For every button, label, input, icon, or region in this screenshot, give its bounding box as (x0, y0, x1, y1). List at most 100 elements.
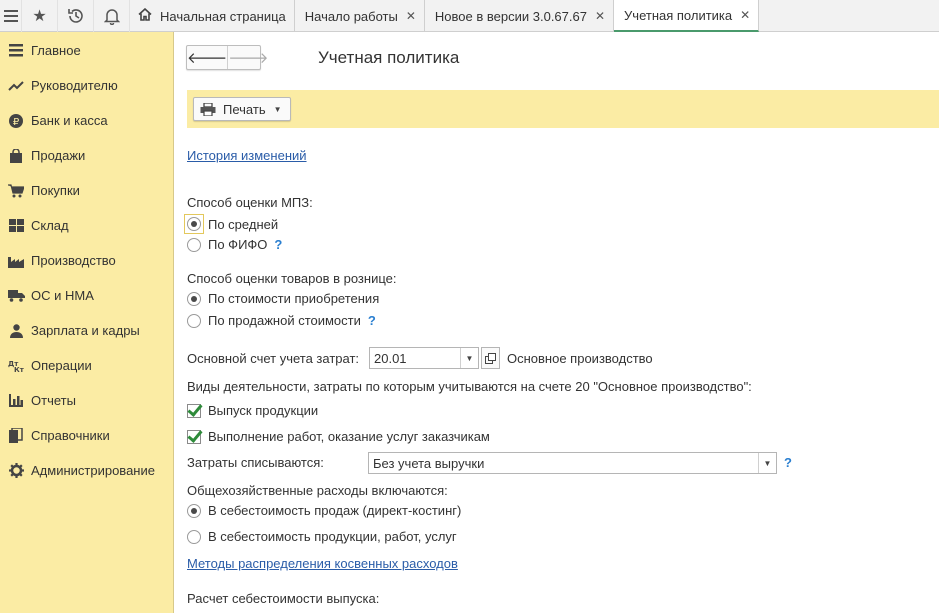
sidebar-item-operations[interactable]: Дт Кт Операции (0, 348, 173, 383)
help-icon[interactable]: ? (274, 237, 282, 252)
main-content: 🡐 🡒 Учетная политика Печать ▼ История из… (175, 32, 939, 613)
chevron-down-icon[interactable]: ▼ (460, 348, 478, 368)
forward-arrow-icon[interactable]: 🡒 (228, 46, 268, 69)
back-arrow-icon[interactable]: 🡐 (187, 46, 229, 69)
sidebar-item-catalogs[interactable]: Справочники (0, 418, 173, 453)
sidebar-item-label: Администрирование (31, 463, 155, 478)
cost-account-label: Основной счет учета затрат: (187, 351, 360, 366)
checkbox-label: Выполнение работ, оказание услуг заказчи… (208, 429, 490, 444)
chevron-down-icon: ▼ (273, 104, 282, 114)
radio-button[interactable] (187, 529, 201, 544)
print-button[interactable]: Печать ▼ (193, 97, 291, 121)
checkbox-label: Выпуск продукции (208, 403, 319, 418)
tab-accounting-policy[interactable]: Учетная политика ✕ (614, 0, 760, 32)
indirect-costs-link[interactable]: Методы распределения косвенных расходов (187, 556, 458, 571)
page-title: Учетная политика (318, 48, 460, 67)
tab-getting-started[interactable]: Начало работы ✕ (295, 0, 425, 32)
overhead-option-direct[interactable]: В себестоимость продаж (директ-костинг) (187, 503, 461, 518)
output-cost-label: Расчет себестоимости выпуска: (187, 591, 380, 606)
sidebar-item-manager[interactable]: Руководителю (0, 68, 173, 103)
retail-option-sale[interactable]: По продажной стоимости ? (187, 313, 376, 328)
tab-whats-new[interactable]: Новое в версии 3.0.67.67 ✕ (425, 0, 615, 32)
dt-kt-icon: Дт Кт (2, 359, 30, 373)
cost-account-field[interactable]: 20.01 ▼ (369, 347, 479, 369)
help-icon[interactable]: ? (784, 455, 792, 470)
tab-label: Учетная политика (624, 7, 733, 23)
cost-account-value: 20.01 (374, 350, 407, 366)
checkbox[interactable] (187, 429, 201, 444)
warehouse-grid-icon (2, 219, 30, 232)
sidebar-item-reports[interactable]: Отчеты (0, 383, 173, 418)
history-link[interactable]: История изменений (187, 148, 307, 163)
sidebar-item-label: Руководителю (31, 78, 118, 93)
svg-text:₽: ₽ (13, 117, 20, 128)
sidebar-item-label: Операции (31, 358, 92, 373)
checkbox[interactable] (187, 403, 201, 418)
close-icon[interactable]: ✕ (595, 9, 605, 23)
overhead-option-cost[interactable]: В себестоимость продукции, работ, услуг (187, 529, 457, 544)
sidebar-item-bank[interactable]: ₽ Банк и касса (0, 103, 173, 138)
sidebar-item-main[interactable]: Главное (0, 33, 173, 68)
radio-label: По ФИФО (208, 237, 268, 252)
help-icon[interactable]: ? (368, 313, 376, 328)
books-icon (2, 428, 30, 443)
sidebar-item-label: Отчеты (31, 393, 76, 408)
activity-services-checkbox[interactable]: Выполнение работ, оказание услуг заказчи… (187, 429, 490, 444)
sidebar-item-fixed-assets[interactable]: ОС и НМА (0, 278, 173, 313)
history-icon[interactable] (58, 0, 94, 32)
sidebar-item-production[interactable]: Производство (0, 243, 173, 278)
open-account-button[interactable] (481, 347, 500, 369)
sidebar-item-label: Склад (31, 218, 69, 233)
notifications-bell-icon[interactable] (94, 0, 130, 32)
svg-text:Кт: Кт (14, 366, 24, 373)
person-icon (2, 323, 30, 338)
focus-frame (184, 214, 204, 234)
radio-label: По стоимости приобретения (208, 291, 380, 306)
top-bar: ★ Начальная страница Начало работы ✕ Нов… (0, 0, 939, 32)
printer-icon (200, 102, 216, 117)
radio-label: В себестоимость продукции, работ, услуг (208, 529, 457, 544)
overhead-label: Общехозяйственные расходы включаются: (187, 483, 448, 498)
command-bar: Печать ▼ (187, 90, 939, 128)
chevron-down-icon[interactable]: ▼ (758, 453, 776, 473)
apps-icon[interactable] (0, 0, 22, 32)
cart-icon (2, 183, 30, 198)
gear-icon (2, 463, 30, 478)
bar-chart-icon (2, 394, 30, 407)
mpz-option-fifo[interactable]: По ФИФО ? (187, 237, 282, 252)
nav-buttons: 🡐 🡒 (186, 45, 268, 70)
radio-button[interactable] (187, 503, 201, 518)
radio-button[interactable] (187, 291, 201, 306)
retail-option-purchase[interactable]: По стоимости приобретения (187, 291, 379, 306)
sidebar-item-label: Производство (31, 253, 116, 268)
truck-icon (2, 289, 30, 302)
favorites-star-icon[interactable]: ★ (22, 0, 58, 32)
sidebar: Главное Руководителю ₽ Банк и касса Прод… (0, 32, 174, 613)
radio-button[interactable] (187, 217, 201, 231)
sidebar-item-label: Продажи (31, 148, 86, 163)
sidebar-item-purchases[interactable]: Покупки (0, 173, 173, 208)
writeoff-select[interactable]: Без учета выручки ▼ (368, 452, 777, 474)
print-label: Печать (223, 101, 266, 117)
sidebar-item-warehouse[interactable]: Склад (0, 208, 173, 243)
menu-lines-icon (2, 44, 30, 57)
radio-button[interactable] (187, 313, 201, 328)
tab-home[interactable]: Начальная страница (130, 0, 295, 32)
factory-icon (2, 254, 30, 268)
tab-label: Новое в версии 3.0.67.67 (434, 8, 587, 24)
sidebar-item-label: Справочники (31, 428, 110, 443)
radio-label: По продажной стоимости (208, 313, 361, 328)
close-icon[interactable]: ✕ (740, 8, 750, 22)
trend-chart-icon (2, 80, 30, 92)
sidebar-item-sales[interactable]: Продажи (0, 138, 173, 173)
mpz-option-average[interactable]: По средней (184, 214, 278, 234)
radio-button[interactable] (187, 237, 201, 252)
mpz-label: Способ оценки МПЗ: (187, 195, 313, 210)
sidebar-item-payroll[interactable]: Зарплата и кадры (0, 313, 173, 348)
shopping-bag-icon (2, 148, 30, 163)
sidebar-item-administration[interactable]: Администрирование (0, 453, 173, 488)
activity-products-checkbox[interactable]: Выпуск продукции (187, 403, 318, 418)
radio-label: В себестоимость продаж (директ-костинг) (208, 503, 462, 518)
sidebar-item-label: Зарплата и кадры (31, 323, 140, 338)
close-icon[interactable]: ✕ (406, 9, 416, 23)
